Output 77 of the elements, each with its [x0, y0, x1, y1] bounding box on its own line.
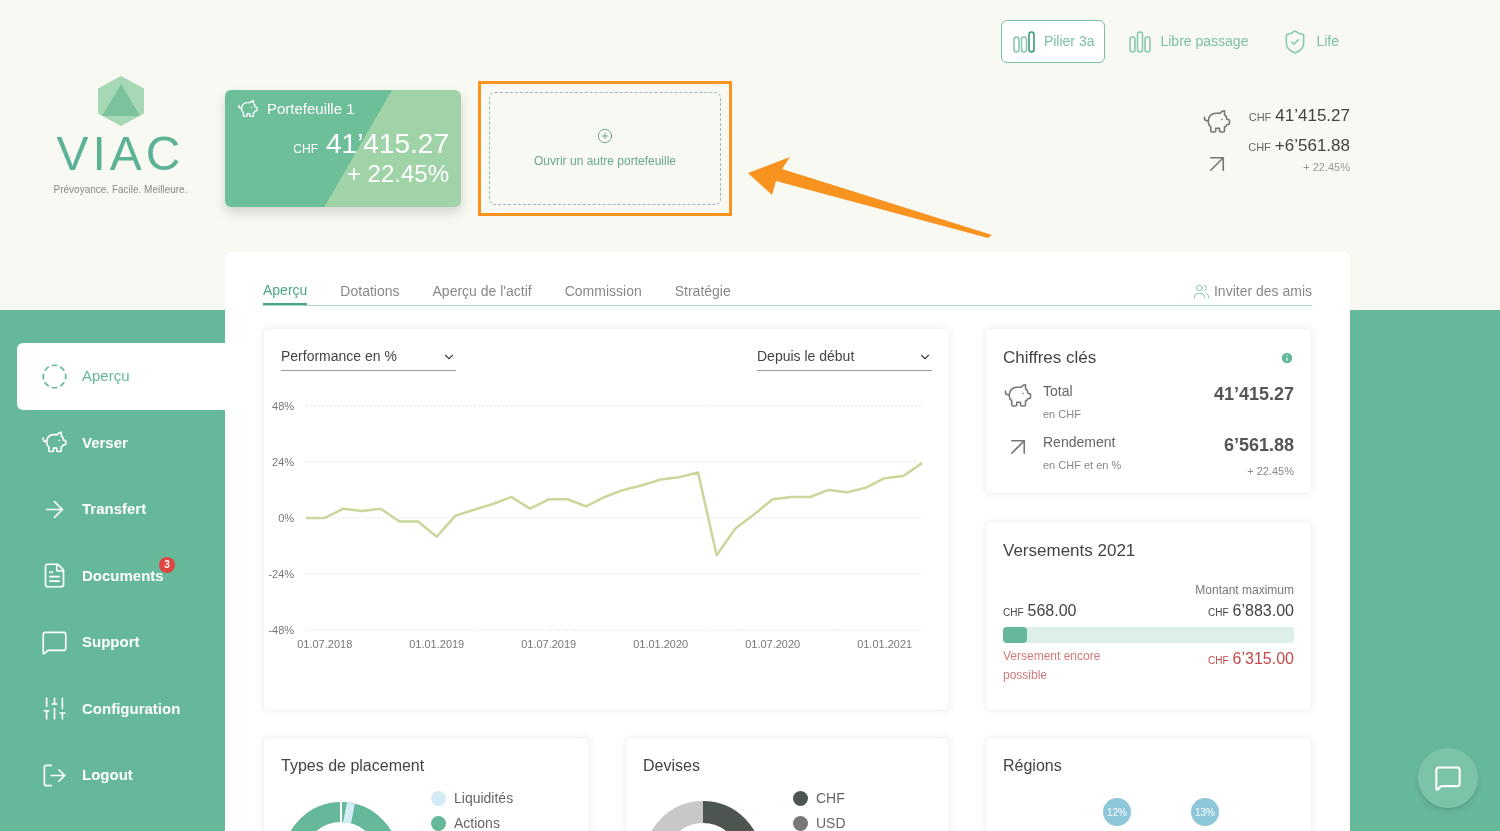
logo-tagline: Prévoyance. Facile. Meilleure. — [53, 183, 188, 197]
pillars-icon — [1011, 29, 1036, 54]
currency-label: CHF — [1003, 605, 1024, 620]
currency-label: CHF — [1248, 140, 1271, 155]
chat-icon — [1434, 764, 1462, 792]
x-axis-label: 01.07.2018 — [297, 638, 353, 651]
product-tab[interactable]: Libre passage — [1117, 20, 1260, 63]
x-axis-label: 01.07.2020 — [745, 638, 801, 651]
legend-label: USD — [816, 814, 846, 831]
chat-button[interactable] — [1418, 748, 1478, 808]
portfolio-name: Portefeuille 1 — [267, 99, 355, 119]
portfolio-amount: 41’415.27 — [326, 128, 449, 159]
x-axis-label: 01.01.2020 — [633, 638, 689, 651]
x-axis-label: 01.01.2021 — [857, 638, 913, 651]
card-title: Devises — [643, 756, 701, 776]
card-title: Versements 2021 — [1003, 540, 1137, 562]
x-axis-label: 01.01.2019 — [409, 638, 465, 651]
max-amount-label: Montant maximum — [1194, 581, 1294, 599]
remaining-label: Versement encore possible — [1003, 647, 1102, 684]
tab[interactable]: Aperçu — [263, 277, 308, 305]
open-portfolio-button[interactable]: Ouvrir un autre portefeuille — [489, 92, 721, 205]
y-axis-label: 24% — [272, 455, 295, 468]
region-bubble: 13% — [1191, 798, 1219, 826]
return-amount: +6’561.88 — [1274, 135, 1350, 157]
figure-value: 41’415.27 — [1213, 382, 1294, 406]
pillars-icon — [1128, 29, 1153, 54]
portfolio-card[interactable]: Portefeuille 1 CHF 41’415.27 + 22.45% — [225, 90, 461, 207]
notification-badge: 3 — [159, 556, 175, 573]
card-title: Types de placement — [281, 756, 426, 776]
logo-wordmark: VIAC — [56, 130, 185, 178]
sidebar-item[interactable]: Verser — [17, 409, 225, 476]
plus-circle-icon — [597, 127, 613, 144]
portfolio-performance: + 22.45% — [345, 158, 449, 189]
product-tab[interactable]: Pilier 3a — [1000, 20, 1106, 63]
x-axis-label: 01.07.2019 — [521, 638, 577, 651]
y-axis-label: -48% — [268, 624, 295, 637]
tab[interactable]: Aperçu de l'actif — [432, 277, 532, 305]
max-amount: 6’883.00 — [1232, 600, 1294, 621]
tab[interactable]: Dotations — [340, 277, 400, 305]
sidebar-item[interactable]: Support — [17, 609, 225, 676]
card-title: Régions — [1003, 756, 1063, 776]
return-percentage: + 22.45% — [1303, 160, 1350, 175]
legend-label: CHF — [816, 789, 845, 808]
currency-label: CHF — [1248, 110, 1272, 125]
card-title: Chiffres clés — [1003, 347, 1097, 369]
period-dropdown[interactable]: Depuis le début — [757, 343, 932, 371]
currency-label: CHF — [1208, 605, 1229, 620]
metric-dropdown[interactable]: Performance en % — [281, 343, 456, 371]
sidebar-item[interactable]: Transfert — [17, 476, 225, 543]
sidebar-item[interactable]: Configuration — [17, 675, 225, 742]
remaining-amount: 6’315.00 — [1232, 648, 1294, 669]
figure-label: Rendement — [1043, 433, 1117, 452]
sidebar-item[interactable]: Logout — [17, 742, 225, 809]
figure-sublabel: en CHF et en % — [1043, 458, 1122, 473]
dashed-circle-icon — [41, 362, 68, 390]
figure-value: 6’561.88 — [1223, 434, 1294, 457]
paid-amount: 568.00 — [1027, 600, 1077, 621]
currency-label: CHF — [293, 140, 318, 158]
currency-label: CHF — [1208, 653, 1229, 668]
people-icon — [1192, 282, 1210, 300]
hexagon-logo-icon — [97, 76, 144, 126]
region-bubble: 12% — [1103, 798, 1131, 826]
y-axis-label: 0% — [278, 512, 295, 524]
info-icon[interactable] — [1280, 350, 1294, 365]
invite-friends-link[interactable]: Inviter des amis — [1192, 277, 1312, 305]
y-axis-label: -24% — [268, 568, 295, 581]
total-amount: 41’415.27 — [1275, 105, 1350, 127]
figure-sublabel: en CHF — [1043, 406, 1081, 422]
product-tab[interactable]: Life — [1271, 20, 1350, 63]
y-axis-label: 48% — [272, 399, 295, 412]
figure-label: Total — [1043, 381, 1074, 401]
legend-label: Actions — [454, 814, 500, 831]
tab[interactable]: Stratégie — [674, 277, 731, 305]
legend-label: Liquidités — [454, 789, 514, 808]
figure-subvalue: + 22.45% — [1247, 464, 1294, 479]
tab[interactable]: Commission — [564, 277, 642, 305]
sidebar-item[interactable]: Aperçu — [17, 343, 225, 410]
